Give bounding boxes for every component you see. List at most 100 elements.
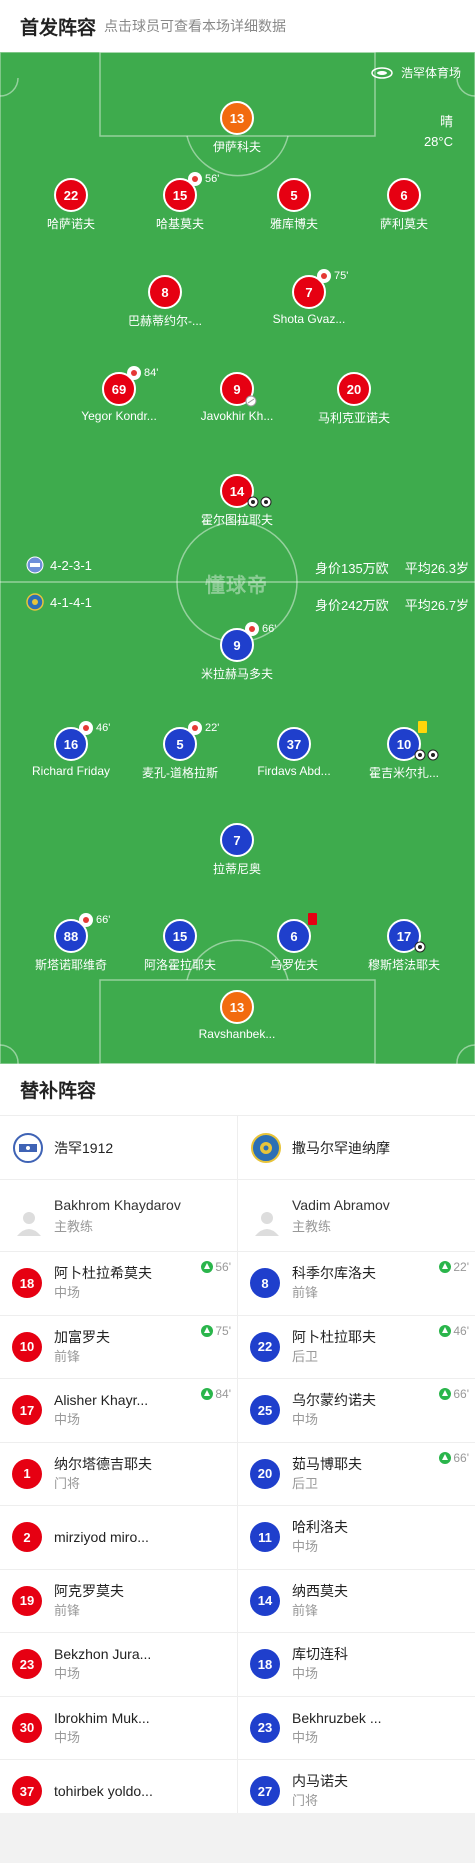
player-position: 后卫 (292, 1348, 319, 1364)
away-player[interactable]: 5 22' 麦孔-道格拉斯 (118, 721, 242, 780)
bench-player[interactable]: 18 库切连科 中场 (238, 1633, 475, 1697)
player-number: 20 (337, 372, 371, 406)
home-value: 身价135万欧 (314, 561, 389, 576)
sub-in-marker: 66' (439, 1451, 469, 1465)
player-position: 中场 (292, 1539, 319, 1555)
home-team-row: 浩罕1912 (0, 1116, 237, 1180)
home-player[interactable]: 6 萨利莫夫 (342, 178, 466, 231)
away-player[interactable]: 16 46' Richard Friday (9, 721, 133, 778)
player-name: Bekhruzbek ... (292, 1709, 382, 1726)
sub-out-marker: 75' (317, 269, 348, 283)
bench-player[interactable]: 20 茹马博耶夫 后卫 66' (238, 1443, 475, 1506)
goal-ball-icon (414, 941, 426, 953)
home-formation: 4-2-3-1 (50, 557, 92, 573)
bench-player[interactable]: 25 乌尔蒙约诺夫 中场 66' (238, 1379, 475, 1443)
home-avg-age: 平均26.3岁 (404, 561, 469, 576)
sub-in-marker: 56' (201, 1260, 231, 1274)
sub-in-marker: 46' (439, 1324, 469, 1338)
sub-minute: 66' (453, 1450, 469, 1465)
player-number: 5 (277, 178, 311, 212)
sub-in-marker: 84' (201, 1387, 231, 1401)
player-position: 后卫 (292, 1475, 319, 1491)
sub-minute: 56' (205, 173, 220, 185)
player-number: 20 (250, 1458, 280, 1489)
coach-name: Bakhrom Khaydarov (54, 1196, 181, 1213)
player-name: 米拉赫马多夫 (200, 667, 273, 681)
away-player[interactable]: 9 66' 米拉赫马多夫 (175, 622, 299, 681)
bench-player[interactable]: 23 Bekzhon Jura... 中场 (0, 1633, 237, 1697)
coach-role: 主教练 (292, 1218, 332, 1234)
sub-out-icon (245, 622, 259, 636)
goal-ball-icon (414, 749, 426, 761)
player-number: 23 (250, 1712, 280, 1743)
player-name: Alisher Khayr... (54, 1392, 149, 1409)
bench-player[interactable]: 1 纳尔塔德吉耶夫 门将 (0, 1443, 237, 1506)
lineup-header: 首发阵容 点击球员可查看本场详细数据 (0, 0, 475, 52)
home-player[interactable]: 8 巴赫蒂约尔-... (103, 275, 227, 328)
player-name: tohirbek yoldo... (54, 1783, 153, 1800)
home-player[interactable]: 15 56' 哈基莫夫 (118, 172, 242, 231)
away-player[interactable]: 13 Ravshanbek... (175, 990, 299, 1041)
away-player[interactable]: 15 阿洛霍拉耶夫 (118, 919, 242, 972)
player-position: 中场 (54, 1729, 81, 1745)
player-number: 17 (12, 1395, 42, 1426)
home-coach[interactable]: Bakhrom Khaydarov 主教练 (0, 1180, 237, 1252)
weather-text: 晴 (439, 114, 453, 129)
home-player[interactable]: 14 霍尔图拉耶夫 (175, 474, 299, 527)
bench-player[interactable]: 22 阿卜杜拉耶夫 后卫 46' (238, 1316, 475, 1379)
player-number: 19 (12, 1585, 42, 1616)
bench-player[interactable]: 8 科季尔库洛夫 前锋 22' (238, 1252, 475, 1316)
player-name: 科季尔库洛夫 (292, 1265, 376, 1282)
bench-player[interactable]: 17 Alisher Khayr... 中场 84' (0, 1379, 237, 1443)
bench-player[interactable]: 10 加富罗夫 前锋 75' (0, 1316, 237, 1379)
sub-out-marker: 22' (188, 721, 219, 735)
bench-player[interactable]: 14 纳西莫夫 前锋 (238, 1570, 475, 1633)
player-position: 中场 (54, 1285, 81, 1301)
player-position: 前锋 (54, 1602, 81, 1618)
bench-player[interactable]: 23 Bekhruzbek ... 中场 (238, 1697, 475, 1760)
sub-in-icon (201, 1324, 214, 1337)
away-team-logo-icon (26, 593, 44, 611)
player-name: mirziyod miro... (54, 1529, 149, 1546)
sub-in-icon (439, 1324, 452, 1337)
sub-in-icon (439, 1388, 452, 1400)
player-name: Bekzhon Jura... (54, 1646, 152, 1663)
stadium-name: 浩罕体育场 (400, 66, 461, 80)
away-team-logo-icon (251, 1132, 281, 1163)
away-player[interactable]: 7 拉蒂尼奥 (175, 823, 299, 876)
player-number: 23 (12, 1649, 42, 1680)
away-player[interactable]: 37 Firdavs Abd... (232, 727, 356, 778)
away-player[interactable]: 17 穆斯塔法耶夫 (342, 919, 466, 972)
home-team-info: 4-2-3-1 身价135万欧 平均26.3岁 (0, 554, 475, 578)
home-player[interactable]: 7 75' Shota Gvaz... (247, 269, 371, 326)
away-player[interactable]: 6 乌罗佐夫 (232, 913, 356, 972)
away-avg-age: 平均26.7岁 (404, 598, 469, 613)
player-position: 中场 (292, 1729, 319, 1745)
bench-player[interactable]: 19 阿克罗莫夫 前锋 (0, 1570, 237, 1633)
player-number: 10 (12, 1331, 42, 1362)
away-coach[interactable]: Vadim Abramov 主教练 (238, 1180, 475, 1252)
player-position: 前锋 (292, 1285, 319, 1301)
player-name: 雅库博夫 (269, 217, 318, 231)
player-name: Richard Friday (31, 764, 111, 778)
player-position: 门将 (292, 1793, 319, 1809)
bench-player[interactable]: 2 mirziyod miro... (0, 1506, 237, 1570)
player-name: Yegor Kondr... (81, 409, 157, 423)
home-player[interactable]: 22 哈萨诺夫 (9, 178, 133, 231)
player-number: 14 (250, 1585, 280, 1616)
home-player[interactable]: 5 雅库博夫 (232, 178, 356, 231)
player-position: 中场 (54, 1666, 81, 1682)
goal-markers (414, 749, 440, 761)
away-player[interactable]: 88 66' 斯塔诺耶维奇 (9, 913, 133, 972)
home-player[interactable]: 9 Javokhir Kh... (175, 372, 299, 423)
away-player[interactable]: 10 霍吉米尔扎... (342, 721, 466, 780)
player-position: 中场 (292, 1412, 319, 1428)
home-player[interactable]: 13 伊萨科夫 (175, 101, 299, 154)
player-name: 巴赫蒂约尔-... (128, 314, 202, 328)
home-player[interactable]: 69 84' Yegor Kondr... (57, 366, 181, 423)
bench-player[interactable]: 18 阿卜杜拉希莫夫 中场 56' (0, 1252, 237, 1316)
bench-player[interactable]: 30 Ibrokhim Muk... 中场 (0, 1697, 237, 1760)
bench-player[interactable]: 11 哈利洛夫 中场 (238, 1506, 475, 1570)
lineup-subtitle: 点击球员可查看本场详细数据 (104, 18, 287, 34)
home-player[interactable]: 20 马利克亚诺夫 (292, 372, 416, 425)
